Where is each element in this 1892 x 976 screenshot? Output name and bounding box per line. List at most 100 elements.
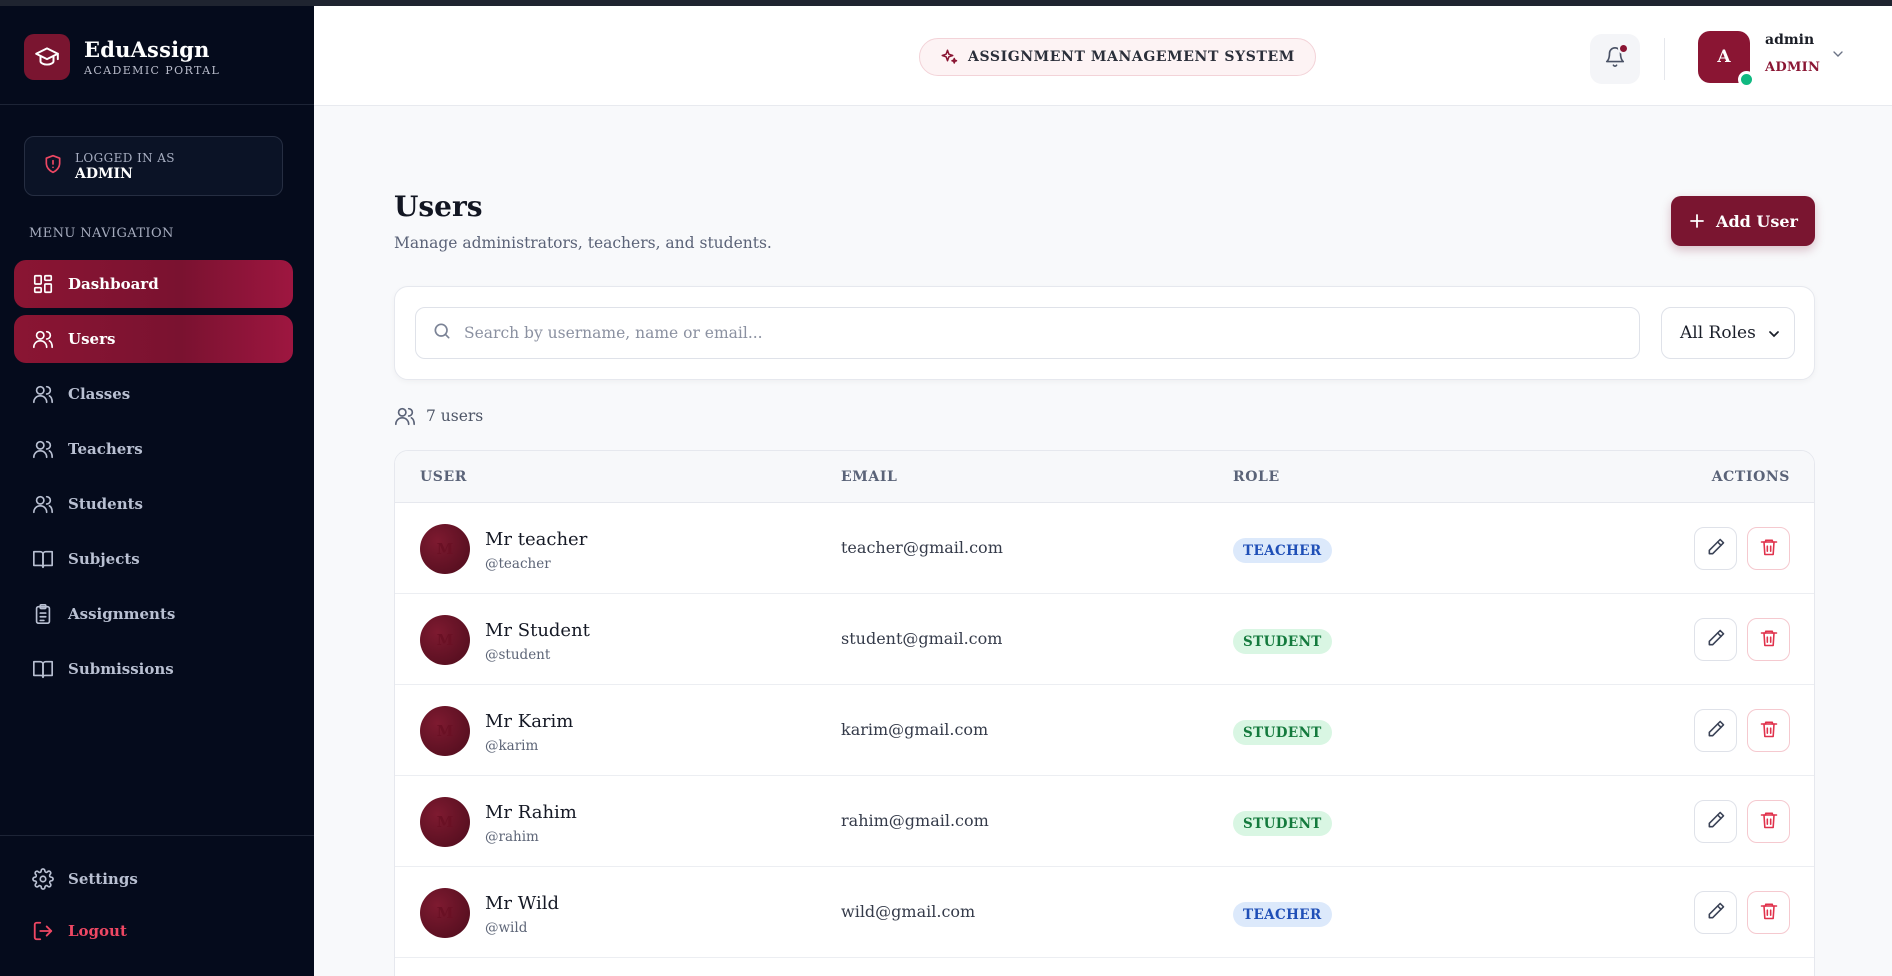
edit-button[interactable] [1694, 527, 1737, 570]
role-filter-value: All Roles [1680, 323, 1756, 343]
dashboard-icon [32, 273, 54, 295]
graduation-cap-icon [24, 34, 70, 80]
delete-button[interactable] [1747, 800, 1790, 843]
table-row: M Mr Karim @karim karim@gmail.com STUDEN… [395, 685, 1814, 776]
filter-bar: All Roles [394, 286, 1815, 380]
sidebar-item-submissions[interactable]: Submissions [14, 645, 293, 693]
users-icon [32, 493, 54, 515]
gear-icon [32, 868, 54, 890]
email-cell: wild@gmail.com [841, 902, 976, 921]
role-filter-select[interactable]: All Roles [1661, 307, 1795, 359]
sidebar-item-dashboard[interactable]: Dashboard [14, 260, 293, 308]
table-row: M Mr teacher @teacher teacher@gmail.com … [395, 503, 1814, 594]
clipboard-icon [32, 603, 54, 625]
user-name-cell: Mr teacher [485, 529, 588, 550]
page-title: Users [394, 190, 483, 223]
sidebar-item-assignments[interactable]: Assignments [14, 590, 293, 638]
avatar: M [420, 706, 470, 756]
user-name[interactable]: admin [1765, 32, 1814, 48]
edit-button[interactable] [1694, 891, 1737, 934]
email-cell: student@gmail.com [841, 629, 1003, 648]
system-badge: ASSIGNMENT MANAGEMENT SYSTEM [919, 38, 1316, 76]
system-label: ASSIGNMENT MANAGEMENT SYSTEM [968, 49, 1295, 65]
user-count: 7 users [394, 405, 483, 427]
delete-button[interactable] [1747, 618, 1790, 661]
role-badge: STUDENT [1233, 720, 1332, 745]
column-header-actions: ACTIONS [1711, 469, 1790, 485]
user-name-cell: Mr Student [485, 620, 590, 641]
trash-icon [1759, 719, 1779, 743]
window-top-border [0, 0, 1892, 6]
sidebar-item-label: Teachers [68, 440, 143, 458]
sidebar-item-label: Subjects [68, 550, 140, 568]
notifications-button[interactable] [1590, 34, 1640, 84]
avatar-initial: A [1717, 47, 1731, 67]
user-avatar[interactable]: A [1698, 31, 1755, 88]
sidebar: EduAssign ACADEMIC PORTAL LOGGED IN AS A… [0, 6, 314, 976]
column-header-role: ROLE [1233, 469, 1280, 485]
plus-icon [1688, 212, 1706, 230]
table-header: USER EMAIL ROLE ACTIONS [395, 451, 1814, 503]
delete-button[interactable] [1747, 709, 1790, 752]
sidebar-item-subjects[interactable]: Subjects [14, 535, 293, 583]
delete-button[interactable] [1747, 527, 1790, 570]
sparkles-icon [940, 48, 958, 66]
role-badge: TEACHER [1233, 902, 1332, 927]
email-cell: rahim@gmail.com [841, 811, 989, 830]
search-input[interactable] [464, 324, 1614, 342]
users-icon [32, 438, 54, 460]
sidebar-item-label: Classes [68, 385, 131, 403]
divider [0, 104, 314, 105]
role-badge: STUDENT [1233, 629, 1332, 654]
user-handle-cell: @karim [485, 738, 539, 754]
session-role: ADMIN [75, 165, 133, 182]
column-header-email: EMAIL [841, 469, 898, 485]
search-icon [432, 321, 452, 345]
pencil-icon [1706, 810, 1726, 834]
divider [1664, 38, 1665, 80]
sidebar-nav: Dashboard Users Classes Teachers Student… [14, 260, 293, 700]
search-box[interactable] [415, 307, 1640, 359]
user-name-cell: Mr Rahim [485, 802, 577, 823]
table-row: M Mr Student @student student@gmail.com … [395, 594, 1814, 685]
email-cell: karim@gmail.com [841, 720, 989, 739]
column-header-user: USER [420, 469, 468, 485]
avatar: M [420, 888, 470, 938]
users-icon [32, 328, 54, 350]
brand-title: EduAssign [84, 37, 210, 62]
avatar: M [420, 797, 470, 847]
role-badge: STUDENT [1233, 811, 1332, 836]
logout-label: Logout [68, 922, 127, 940]
chevron-down-icon[interactable] [1830, 46, 1846, 66]
sidebar-item-users[interactable]: Users [14, 315, 293, 363]
sidebar-item-classes[interactable]: Classes [14, 370, 293, 418]
sidebar-item-students[interactable]: Students [14, 480, 293, 528]
role-badge: TEACHER [1233, 538, 1332, 563]
sidebar-item-label: Submissions [68, 660, 174, 678]
add-user-button[interactable]: Add User [1671, 196, 1815, 246]
pencil-icon [1706, 719, 1726, 743]
sidebar-item-teachers[interactable]: Teachers [14, 425, 293, 473]
avatar: M [420, 615, 470, 665]
delete-button[interactable] [1747, 891, 1790, 934]
settings-label: Settings [68, 870, 138, 888]
chevron-down-icon [1766, 326, 1782, 347]
top-header: ASSIGNMENT MANAGEMENT SYSTEM A admin ADM… [314, 6, 1892, 106]
settings-button[interactable]: Settings [14, 856, 293, 902]
pencil-icon [1706, 537, 1726, 561]
sidebar-footer: Settings Logout [14, 856, 293, 960]
user-role: ADMIN [1765, 60, 1821, 75]
avatar: M [420, 524, 470, 574]
sidebar-item-label: Dashboard [68, 275, 159, 293]
users-icon [394, 405, 416, 427]
edit-button[interactable] [1694, 800, 1737, 843]
edit-button[interactable] [1694, 709, 1737, 752]
edit-button[interactable] [1694, 618, 1737, 661]
book-icon [32, 548, 54, 570]
trash-icon [1759, 901, 1779, 925]
trash-icon [1759, 810, 1779, 834]
brand[interactable]: EduAssign ACADEMIC PORTAL [24, 34, 220, 80]
sidebar-item-label: Students [68, 495, 143, 513]
logout-button[interactable]: Logout [14, 908, 293, 954]
divider [0, 835, 314, 836]
